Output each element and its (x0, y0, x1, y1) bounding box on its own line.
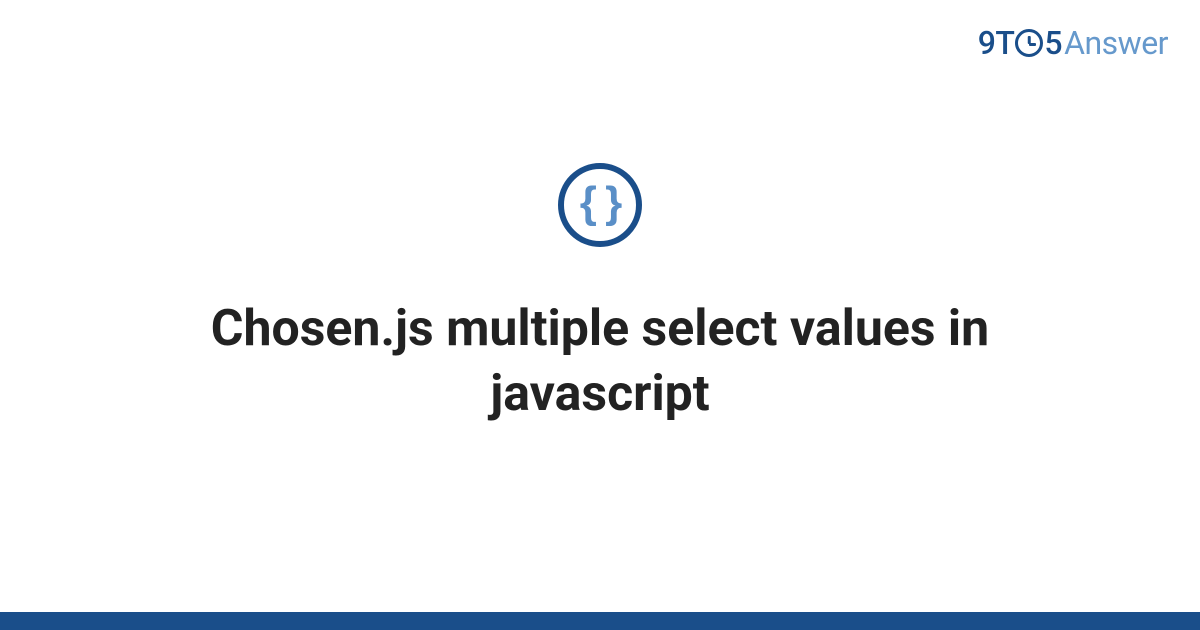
main-content: { } Chosen.js multiple select values in … (0, 0, 1200, 630)
bottom-accent-bar (0, 612, 1200, 630)
braces-icon: { } (580, 181, 620, 225)
category-icon-circle: { } (558, 163, 642, 247)
page-title: Chosen.js multiple select values in java… (100, 297, 1100, 427)
